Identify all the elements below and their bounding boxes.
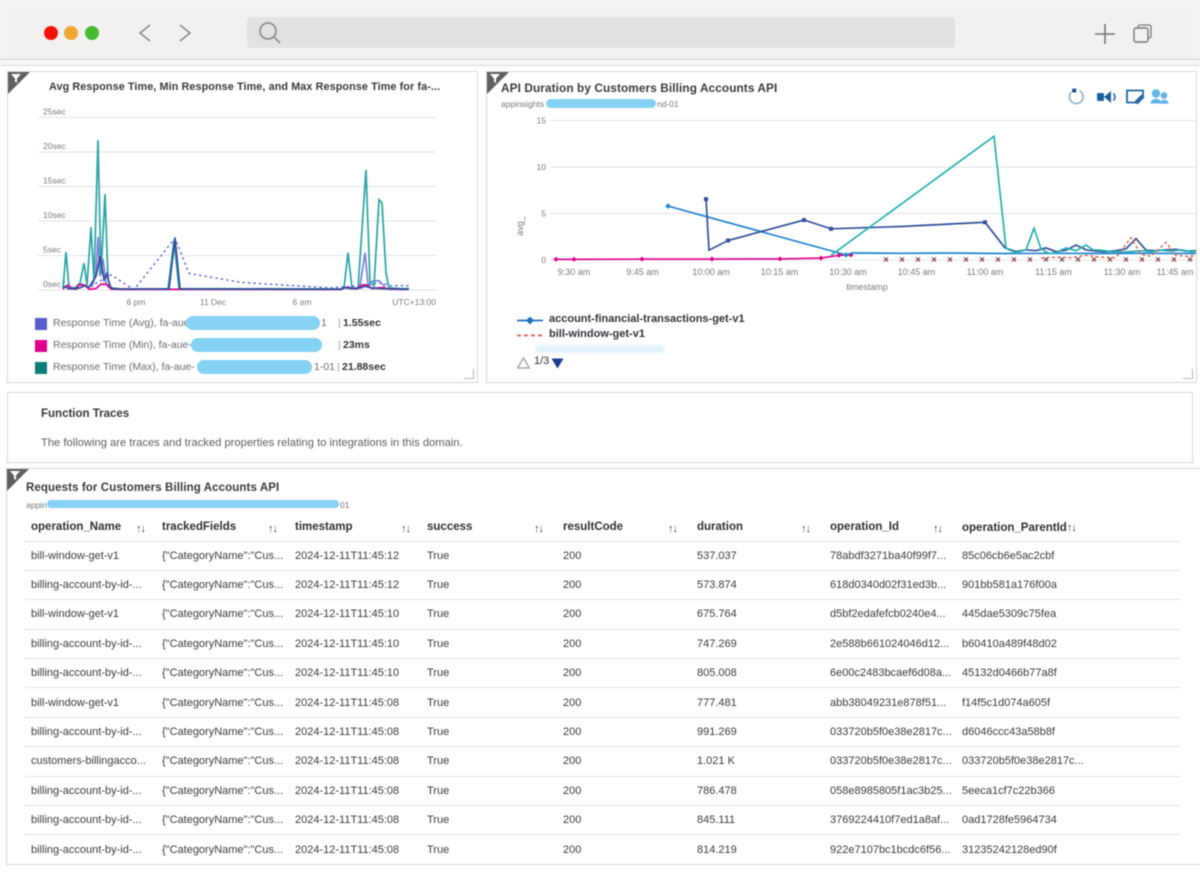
svg-text:20sec: 20sec: [43, 141, 66, 151]
svg-text:11:15 am: 11:15 am: [1035, 267, 1072, 277]
svg-text:6 pm: 6 pm: [127, 297, 146, 307]
svg-text:15sec: 15sec: [43, 176, 66, 186]
svg-text:6 am: 6 am: [293, 297, 312, 307]
svg-text:UTC+13:00: UTC+13:00: [392, 297, 436, 307]
svg-text:timestamp: timestamp: [846, 282, 888, 292]
svg-text:10:30 am: 10:30 am: [829, 267, 867, 277]
svg-text:11:45 am: 11:45 am: [1157, 267, 1194, 277]
svg-text:9:45 am: 9:45 am: [626, 267, 659, 277]
svg-text:11:30 am: 11:30 am: [1104, 267, 1141, 277]
svg-text:0: 0: [541, 255, 546, 265]
svg-text:5sec: 5sec: [43, 245, 62, 255]
svg-text:10:45 am: 10:45 am: [898, 267, 936, 277]
svg-text:11 Dec: 11 Dec: [200, 297, 227, 307]
svg-text:0sec: 0sec: [43, 279, 62, 289]
svg-text:10sec: 10sec: [43, 210, 66, 220]
svg-text:10: 10: [537, 162, 547, 172]
svg-text:5: 5: [541, 209, 546, 219]
svg-text:avg_: avg_: [515, 215, 525, 236]
svg-text:10:00 am: 10:00 am: [692, 267, 730, 277]
svg-text:9:30 am: 9:30 am: [558, 267, 591, 277]
svg-text:25sec: 25sec: [43, 107, 66, 117]
svg-text:15: 15: [537, 116, 547, 126]
svg-text:11:00 am: 11:00 am: [967, 267, 1004, 277]
svg-text:10:15 am: 10:15 am: [761, 267, 799, 277]
